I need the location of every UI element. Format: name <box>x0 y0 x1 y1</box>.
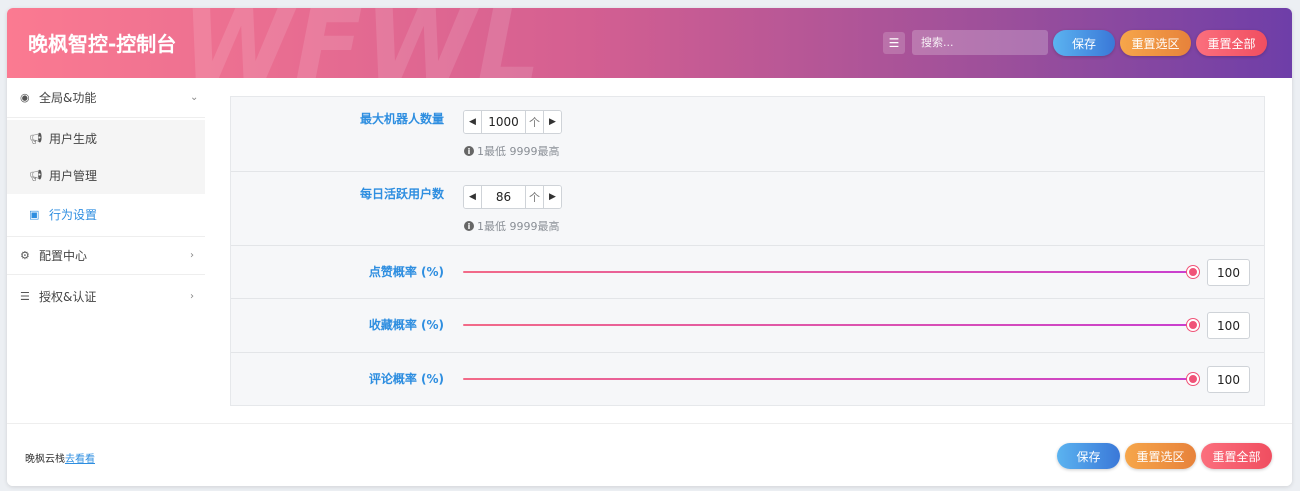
setting-label: 收藏概率 (%) <box>368 318 444 332</box>
sidebar-item-label: 用户生成 <box>49 132 98 146</box>
arrow-up-icon[interactable]: 个 <box>525 186 543 208</box>
sidebar-group-config[interactable]: ⚙ 配置中心 › <box>7 236 205 275</box>
sidebar-item-behavior[interactable]: ▣ 行为设置 <box>7 196 205 233</box>
sidebar-item-user-manage[interactable]: 📢︎ 用户管理 <box>7 157 205 194</box>
decrement-button[interactable]: ◀ <box>464 186 482 208</box>
slider-thumb[interactable] <box>1187 373 1199 385</box>
range-hint: i 1最低 9999最高 <box>464 218 560 234</box>
sidebar-item-label: 配置中心 <box>39 249 88 263</box>
image-icon: ▣ <box>29 208 40 221</box>
range-hint: i 1最低 9999最高 <box>464 143 560 159</box>
arrow-up-icon[interactable]: 个 <box>525 111 543 133</box>
chevron-right-icon: › <box>190 290 194 302</box>
sidebar-item-label: 全局&功能 <box>39 91 97 105</box>
footer: 晚枫云栈去看看 保存 重置选区 重置全部 <box>7 423 1292 486</box>
setting-row-like-rate: 点赞概率 (%) 100 <box>231 246 1264 299</box>
search-input[interactable] <box>912 30 1048 55</box>
sidebar-item-user-generate[interactable]: 📢︎ 用户生成 <box>7 120 205 157</box>
info-icon: i <box>464 146 474 156</box>
header-reset-selection-button[interactable]: 重置选区 <box>1120 30 1191 56</box>
footer-save-button[interactable]: 保存 <box>1057 443 1120 469</box>
header-reset-all-button[interactable]: 重置全部 <box>1196 30 1267 56</box>
chevron-down-icon: ⌄ <box>190 92 199 103</box>
setting-row-daily-active: 每日活跃用户数 ◀ 86 个 ▶ i 1最低 9999最高 <box>231 172 1264 246</box>
max-robots-stepper: ◀ 1000 个 ▶ <box>463 110 562 134</box>
like-rate-slider[interactable] <box>463 271 1193 273</box>
header-save-button[interactable]: 保存 <box>1053 30 1115 56</box>
hint-text: 1最低 9999最高 <box>477 145 560 158</box>
circle-dot-icon: ◉ <box>20 91 30 104</box>
setting-label: 点赞概率 (%) <box>368 265 444 279</box>
comment-rate-slider[interactable] <box>463 378 1193 380</box>
page-title: 晚枫智控-控制台 <box>28 32 177 56</box>
brand-link[interactable]: 去看看 <box>65 454 95 465</box>
settings-panel: 最大机器人数量 ◀ 1000 个 ▶ i 1最低 9999最高 每日活跃用户数 … <box>230 96 1265 406</box>
sidebar: ◉ 全局&功能 ⌄ 📢︎ 用户生成 📢︎ 用户管理 ▣ 行为设置 ⚙ 配置中心 … <box>7 78 205 423</box>
sidebar-item-label: 授权&认证 <box>39 289 97 304</box>
footer-reset-all-button[interactable]: 重置全部 <box>1201 443 1272 469</box>
chevron-right-icon: › <box>190 250 194 261</box>
slider-thumb[interactable] <box>1187 319 1199 331</box>
hint-text: 1最低 9999最高 <box>477 220 560 233</box>
comment-rate-input[interactable]: 100 <box>1207 366 1250 393</box>
daily-active-stepper: ◀ 86 个 ▶ <box>463 185 562 209</box>
gear-icon: ⚙ <box>20 249 30 262</box>
header: WFWL 晚枫智控-控制台 ☰ 保存 重置选区 重置全部 <box>7 8 1292 78</box>
favorite-rate-input[interactable]: 100 <box>1207 312 1250 339</box>
header-watermark: WFWL <box>182 8 543 78</box>
favorite-rate-slider[interactable] <box>463 324 1193 326</box>
sidebar-group-global[interactable]: ◉ 全局&功能 ⌄ <box>7 78 205 118</box>
setting-label: 每日活跃用户数 <box>359 187 444 201</box>
stack-icon: ☰ <box>20 289 30 303</box>
increment-button[interactable]: ▶ <box>543 186 561 208</box>
setting-row-max-robots: 最大机器人数量 ◀ 1000 个 ▶ i 1最低 9999最高 <box>231 97 1264 172</box>
brand-text: 晚枫云栈 <box>25 454 65 465</box>
list-icon[interactable]: ☰ <box>883 32 905 54</box>
stepper-value[interactable]: 86 <box>482 186 525 208</box>
main-content: 最大机器人数量 ◀ 1000 个 ▶ i 1最低 9999最高 每日活跃用户数 … <box>205 78 1292 423</box>
footer-brand: 晚枫云栈去看看 <box>25 450 95 465</box>
stepper-value[interactable]: 1000 <box>482 111 525 133</box>
megaphone-icon: 📢︎ <box>29 132 43 145</box>
slider-thumb[interactable] <box>1187 266 1199 278</box>
setting-row-comment-rate: 评论概率 (%) 100 <box>231 353 1264 406</box>
setting-label: 最大机器人数量 <box>359 112 444 126</box>
like-rate-input[interactable]: 100 <box>1207 259 1250 286</box>
setting-label: 评论概率 (%) <box>368 372 444 386</box>
increment-button[interactable]: ▶ <box>543 111 561 133</box>
info-icon: i <box>464 221 474 231</box>
sidebar-item-label: 用户管理 <box>49 169 98 183</box>
setting-row-favorite-rate: 收藏概率 (%) 100 <box>231 299 1264 353</box>
app-window: WFWL 晚枫智控-控制台 ☰ 保存 重置选区 重置全部 ◉ 全局&功能 ⌄ 📢… <box>7 8 1292 486</box>
megaphone-icon: 📢︎ <box>29 169 43 182</box>
decrement-button[interactable]: ◀ <box>464 111 482 133</box>
footer-reset-selection-button[interactable]: 重置选区 <box>1125 443 1196 469</box>
sidebar-item-label: 行为设置 <box>49 208 98 222</box>
sidebar-group-auth[interactable]: ☰ 授权&认证 › <box>7 276 205 316</box>
